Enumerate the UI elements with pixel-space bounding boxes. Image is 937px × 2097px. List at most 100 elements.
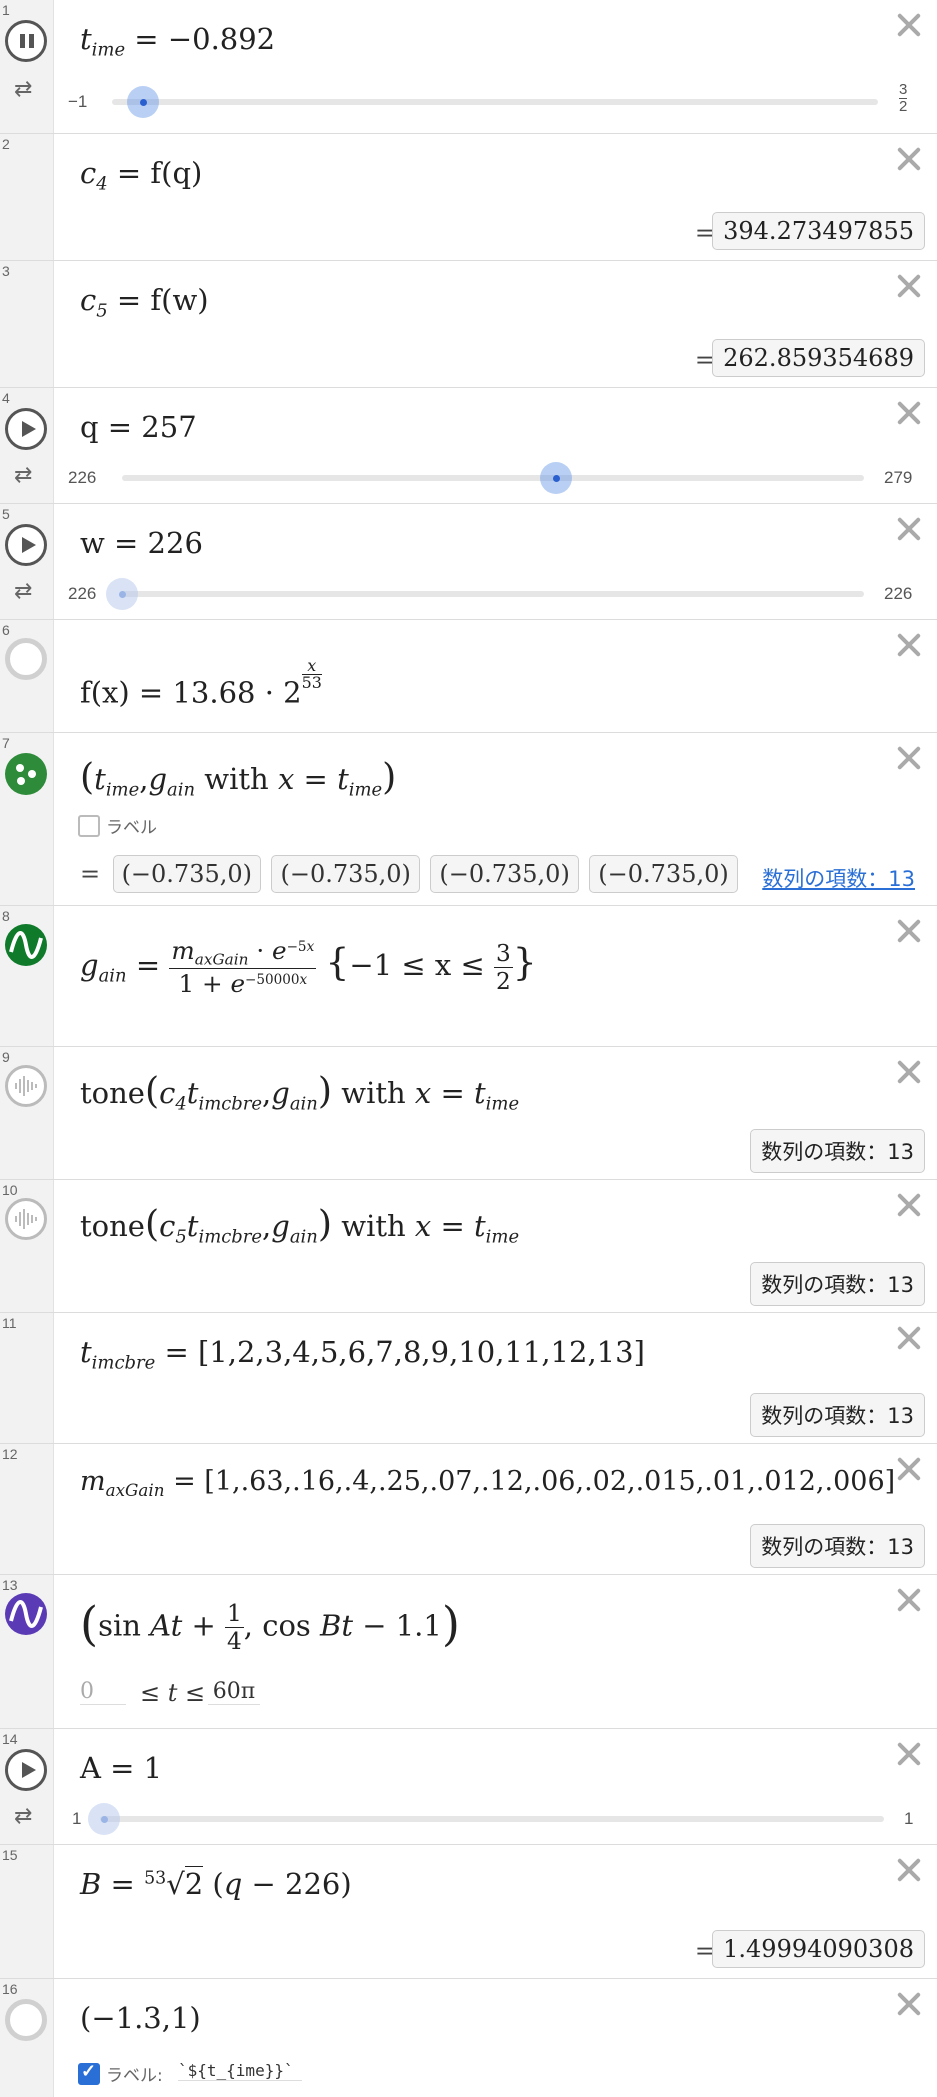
delete-icon[interactable] (893, 1454, 923, 1484)
slider-max[interactable]: 3 2 (899, 82, 908, 115)
delete-icon[interactable] (893, 1989, 923, 2019)
expression-row-c5[interactable]: 3 c5 = f(w) = 262.859354689 (0, 261, 937, 388)
row-number: 5 (2, 506, 10, 522)
expression-row-timbre[interactable]: 11 timcbre = [1,2,3,4,5,6,7,8,9,10,11,12… (0, 1313, 937, 1444)
math-expression[interactable]: f(x) = 13.68 · 2 x 53 (80, 658, 322, 709)
loop-icon[interactable]: ⇄ (14, 78, 40, 100)
slider-max[interactable]: 226 (884, 584, 912, 604)
row-gutter: 16 (0, 1979, 54, 2097)
slider-max[interactable]: 279 (884, 468, 912, 488)
variable-subscript: 4 (96, 173, 108, 195)
label-checkbox[interactable] (78, 2061, 100, 2085)
delete-icon[interactable] (893, 916, 923, 946)
curve-icon[interactable] (5, 924, 47, 966)
slider-track[interactable] (122, 591, 864, 597)
expression-row-w[interactable]: 5 ⇄ w = 226 226 226 (0, 504, 937, 620)
delete-icon[interactable] (893, 743, 923, 773)
delete-icon[interactable] (893, 630, 923, 660)
delete-icon[interactable] (893, 1585, 923, 1615)
row-number: 7 (2, 735, 10, 751)
delete-icon[interactable] (893, 1323, 923, 1353)
expression-row-tone-c5[interactable]: 10 tone(c5timcbre,gain) with x = time 数列… (0, 1180, 937, 1313)
t-min-input[interactable]: 0 (80, 1679, 126, 1705)
delete-icon[interactable] (893, 1739, 923, 1769)
math-expression[interactable]: (time,gain with x = time) (80, 755, 396, 800)
curve-icon[interactable] (5, 1593, 47, 1635)
row-number: 4 (2, 390, 10, 406)
row-gutter: 13 (0, 1575, 54, 1728)
slider-min[interactable]: 226 (68, 468, 96, 488)
row-gutter: 11 (0, 1313, 54, 1443)
delete-icon[interactable] (893, 1190, 923, 1220)
delete-icon[interactable] (893, 398, 923, 428)
expression-row-gain[interactable]: 8 gain = maxGain · e−5x 1 + e−50000x {−1… (0, 906, 937, 1047)
pause-icon[interactable] (5, 20, 47, 62)
delete-icon[interactable] (893, 10, 923, 40)
math-expression[interactable]: gain = maxGain · e−5x 1 + e−50000x {−1 ≤… (80, 936, 537, 998)
slider-knob[interactable] (540, 462, 572, 494)
delete-icon[interactable] (893, 514, 923, 544)
math-expression[interactable]: w = 226 (80, 526, 203, 560)
math-expression[interactable]: q = 257 (80, 410, 197, 444)
slider-min[interactable]: 1 (72, 1809, 81, 1829)
math-expression[interactable]: maxGain = [1,.63,.16,.4,.25,.07,.12,.06,… (80, 1466, 895, 1500)
hidden-graph-icon[interactable] (5, 1999, 47, 2041)
sequence-length-link[interactable]: 数列の項数：13 (762, 863, 915, 893)
slider-knob[interactable] (106, 578, 138, 610)
expression-row-parametric[interactable]: 13 (sin At + 14, cos Bt − 1.1) 0 ≤ t ≤ 6… (0, 1575, 937, 1729)
math-expression[interactable]: time = −0.892 (80, 22, 275, 60)
expression-row-f[interactable]: 6 f(x) = 13.68 · 2 x 53 (0, 620, 937, 733)
t-range-symbol: ≤ t ≤ (140, 1679, 206, 1707)
slider-track[interactable] (112, 99, 878, 105)
row-gutter: 5 ⇄ (0, 504, 54, 619)
expression-row-maxgain[interactable]: 12 maxGain = [1,.63,.16,.4,.25,.07,.12,.… (0, 1444, 937, 1575)
label-checkbox[interactable] (78, 815, 100, 837)
slider-track[interactable] (122, 475, 864, 481)
slider-min[interactable]: −1 (68, 92, 87, 112)
t-max-input[interactable]: 60π (208, 1679, 260, 1705)
slider-max[interactable]: 1 (904, 1809, 913, 1829)
play-icon[interactable] (5, 524, 47, 566)
math-expression[interactable]: (sin At + 14, cos Bt − 1.1) (80, 1597, 460, 1655)
math-expression[interactable]: timcbre = [1,2,3,4,5,6,7,8,9,10,11,12,13… (80, 1335, 645, 1373)
delete-icon[interactable] (893, 1057, 923, 1087)
math-expression[interactable]: c4 = f(q) (80, 156, 202, 194)
expression-row-q[interactable]: 4 ⇄ q = 257 226 279 (0, 388, 937, 504)
sequence-length: 数列の項数：13 (750, 1393, 925, 1437)
expression-row-B[interactable]: 15 B = 53√2 (q − 226) = 1.49994090308 (0, 1845, 937, 1979)
math-expression[interactable]: c5 = f(w) (80, 283, 209, 321)
play-icon[interactable] (5, 408, 47, 450)
delete-icon[interactable] (893, 271, 923, 301)
function-definition: f(x) = 13.68 · 2 (80, 675, 302, 710)
expression-row-label-point[interactable]: 16 (−1.3,1) ラベル: `${t_{ime}}` (0, 1979, 937, 2097)
loop-icon[interactable]: ⇄ (14, 580, 40, 602)
math-expression[interactable]: tone(c4timcbre,gain) with x = time (80, 1069, 519, 1114)
point-icon[interactable] (5, 753, 47, 795)
expression-row-A[interactable]: 14 ⇄ A = 1 1 1 (0, 1729, 937, 1845)
math-expression[interactable]: A = 1 (80, 1751, 162, 1785)
slider-knob[interactable] (88, 1803, 120, 1835)
slider-track[interactable] (100, 1816, 884, 1822)
loop-icon[interactable]: ⇄ (14, 464, 40, 486)
label-input[interactable]: `${t_{ime}}` (178, 2061, 302, 2081)
math-expression[interactable]: (−1.3,1) (80, 2001, 201, 2035)
slider-min[interactable]: 226 (68, 584, 96, 604)
slider-knob[interactable] (127, 86, 159, 118)
output-cell: (−0.735,0) (112, 855, 262, 893)
domain-fraction: 3 2 (493, 940, 513, 995)
expression-value: = f(q) (116, 156, 203, 190)
hidden-graph-icon[interactable] (5, 638, 47, 680)
math-expression[interactable]: B = 53√2 (q − 226) (80, 1866, 352, 1901)
delete-icon[interactable] (893, 144, 923, 174)
audio-icon[interactable] (5, 1198, 47, 1240)
expression-row-tone-c4[interactable]: 9 tone(c4timcbre,gain) with x = time 数列の… (0, 1047, 937, 1180)
audio-icon[interactable] (5, 1065, 47, 1107)
expression-row-time[interactable]: 1 ⇄ time = −0.892 −1 3 2 (0, 0, 937, 134)
delete-icon[interactable] (893, 1855, 923, 1885)
evaluation-output: 394.273497855 (712, 212, 925, 250)
play-icon[interactable] (5, 1749, 47, 1791)
expression-row-c4[interactable]: 2 c4 = f(q) = 394.273497855 (0, 134, 937, 261)
math-expression[interactable]: tone(c5timcbre,gain) with x = time (80, 1202, 519, 1247)
loop-icon[interactable]: ⇄ (14, 1805, 40, 1827)
expression-row-points[interactable]: 7 (time,gain with x = time) ラベル = (−0.73… (0, 733, 937, 906)
